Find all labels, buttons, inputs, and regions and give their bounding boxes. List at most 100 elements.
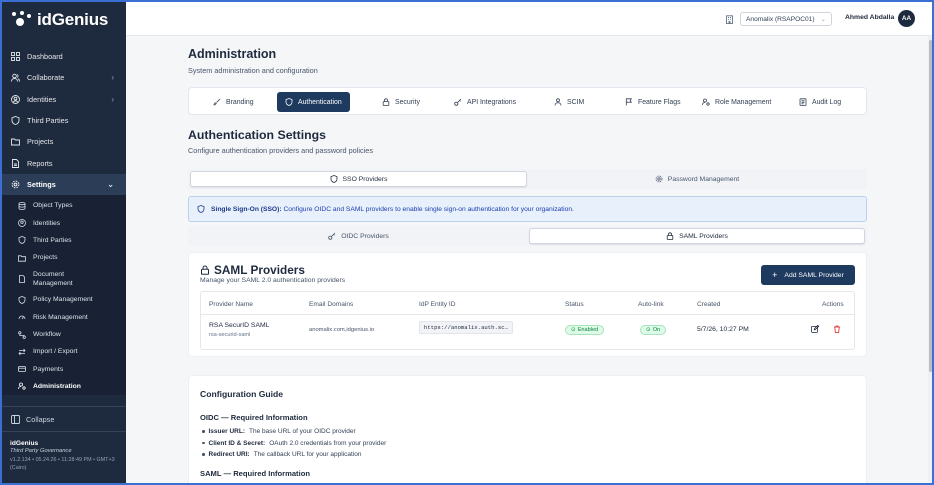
gauge-icon	[18, 313, 26, 321]
submenu-item-label: Policy Management	[33, 296, 93, 304]
tab-label: Feature Flags	[638, 98, 681, 106]
submenu-item-payments[interactable]: Payments	[2, 360, 126, 377]
list-item: Issuer URL: The base URL of your OIDC pro…	[202, 428, 356, 435]
tab-feature-flags[interactable]: Feature Flags	[625, 92, 681, 112]
segment-label: SSO Providers	[342, 175, 388, 183]
tab-oidc-providers[interactable]: OIDC Providers	[190, 228, 527, 244]
sidebar-item-label: Projects	[27, 137, 54, 147]
user-name[interactable]: Ahmed Abdalla	[845, 14, 894, 21]
item-label: Issuer URL:	[208, 428, 245, 435]
column-header: Actions	[822, 301, 844, 308]
sidebar-item-label: Reports	[27, 158, 53, 168]
key-icon	[328, 232, 336, 240]
sidebar-item-settings[interactable]: Settings ⌄	[2, 173, 126, 196]
entity-id-value: https://anomalix.auth.sc…	[419, 321, 513, 334]
tab-authentication[interactable]: Authentication	[277, 92, 350, 112]
vertical-scrollbar[interactable]	[928, 36, 932, 483]
list-item: Client ID & Secret: OAuth 2.0 credentials…	[202, 440, 386, 447]
submenu-item-label: Document Management	[33, 270, 73, 287]
provider-slug: rsa-securid-saml	[209, 332, 251, 338]
submenu-item-label: Import / Export	[33, 348, 78, 356]
column-header: IdP Entity ID	[419, 301, 456, 308]
shield-icon	[11, 116, 20, 125]
list-item: Redirect URI: The callback URL for your a…	[202, 451, 361, 458]
app-window: idGenius Dashboard Collaborate › Identit…	[0, 0, 934, 485]
submenu-item-administration[interactable]: Administration	[2, 378, 126, 395]
segment-label: Password Management	[667, 175, 740, 183]
sidebar-nav: Dashboard Collaborate › Identities › Thi…	[2, 46, 126, 396]
users-icon	[11, 73, 20, 82]
column-header: Auto-link	[638, 301, 664, 308]
provider-name: RSA SecurID SAML	[209, 322, 270, 329]
sidebar-item-collaborate[interactable]: Collaborate ›	[2, 67, 126, 88]
footer-version: v1.2.134 • 05.24.26 • 11:28:49 PM • GMT+…	[10, 457, 115, 471]
saml-subtitle: Manage your SAML 2.0 authentication prov…	[200, 277, 346, 284]
configuration-guide-card: Configuration Guide OIDC — Required Info…	[188, 375, 867, 483]
tab-label: Branding	[226, 98, 254, 106]
item-text: The base URL of your OIDC provider	[248, 428, 356, 435]
key-icon	[454, 98, 462, 106]
chevron-right-icon: ›	[111, 94, 114, 104]
submenu-item-object-types[interactable]: Object Types	[2, 197, 126, 214]
sidebar-item-dashboard[interactable]: Dashboard	[2, 46, 126, 67]
tab-branding[interactable]: Branding	[213, 92, 254, 112]
tab-label: Authentication	[298, 98, 342, 106]
tab-security[interactable]: Security	[382, 92, 420, 112]
delete-icon[interactable]	[833, 325, 841, 333]
auth-title: Authentication Settings	[188, 128, 326, 142]
collapse-button[interactable]: Collapse	[2, 406, 126, 432]
guide-title: Configuration Guide	[200, 389, 284, 399]
submenu-item-workflow[interactable]: Workflow	[2, 326, 126, 343]
tab-scim[interactable]: SCIM	[554, 92, 584, 112]
submenu-item-risk-management[interactable]: Risk Management	[2, 309, 126, 326]
page-subtitle: System administration and configuration	[188, 66, 318, 75]
sidebar-item-reports[interactable]: Reports	[2, 152, 126, 173]
edit-icon[interactable]	[811, 325, 819, 333]
logo[interactable]: idGenius	[2, 2, 126, 38]
auto-link-pill: ⊙ On	[640, 325, 667, 335]
logo-text: idGenius	[37, 10, 109, 29]
sidebar-item-label: Third Parties	[27, 116, 69, 126]
submenu-item-label: Payments	[33, 365, 64, 373]
settings-submenu: Object Types Identities Third Parties Pr…	[2, 195, 126, 396]
auth-subtitle: Configure authentication providers and p…	[188, 146, 373, 155]
submenu-item-document-management[interactable]: Document Management	[2, 266, 126, 291]
page-title: Administration	[188, 47, 277, 61]
main-content: Administration System administration and…	[126, 36, 928, 483]
tab-saml-providers[interactable]: SAML Providers	[529, 228, 865, 244]
add-button-label: Add SAML Provider	[784, 271, 844, 279]
shield-icon	[18, 236, 26, 245]
avatar[interactable]: AA	[898, 10, 915, 27]
tab-sso-providers[interactable]: SSO Providers	[190, 171, 527, 187]
submenu-item-identities[interactable]: Identities	[2, 214, 126, 231]
lock-icon	[666, 232, 674, 240]
identity-icon	[18, 219, 26, 227]
tab-label: Role Management	[715, 98, 772, 106]
submenu-item-label: Third Parties	[33, 236, 72, 244]
tab-api-integrations[interactable]: API Integrations	[454, 92, 516, 112]
sidebar-item-identities[interactable]: Identities ›	[2, 89, 126, 110]
submenu-item-third-parties[interactable]: Third Parties	[2, 232, 126, 249]
sidebar-item-projects[interactable]: Projects	[2, 131, 126, 152]
footer-app-name: idGenius	[10, 440, 39, 447]
sidebar-item-label: Identities	[27, 94, 57, 104]
sidebar-item-third-parties[interactable]: Third Parties	[2, 110, 126, 131]
org-select[interactable]: Anomalix (RSAPOC01) ⌄	[740, 12, 833, 26]
identity-icon	[11, 94, 20, 104]
add-saml-provider-button[interactable]: + Add SAML Provider	[761, 265, 855, 285]
submenu-item-projects[interactable]: Projects	[2, 249, 126, 266]
shield-icon	[285, 98, 293, 106]
column-header: Created	[697, 301, 721, 308]
chevron-down-icon: ⌄	[107, 179, 114, 189]
header-divider	[201, 314, 854, 315]
item-label: Redirect URI:	[208, 451, 250, 458]
submenu-item-label: Risk Management	[33, 313, 88, 321]
credit-card-icon	[18, 365, 26, 373]
scrollbar-thumb[interactable]	[929, 40, 932, 372]
submenu-item-policy-management[interactable]: Policy Management	[2, 291, 126, 308]
tab-audit-log[interactable]: Audit Log	[799, 92, 841, 112]
tab-role-management[interactable]: Role Management	[702, 92, 771, 112]
tab-password-management[interactable]: Password Management	[529, 171, 865, 187]
submenu-item-import-export[interactable]: Import / Export	[2, 343, 126, 360]
log-icon	[799, 98, 807, 106]
